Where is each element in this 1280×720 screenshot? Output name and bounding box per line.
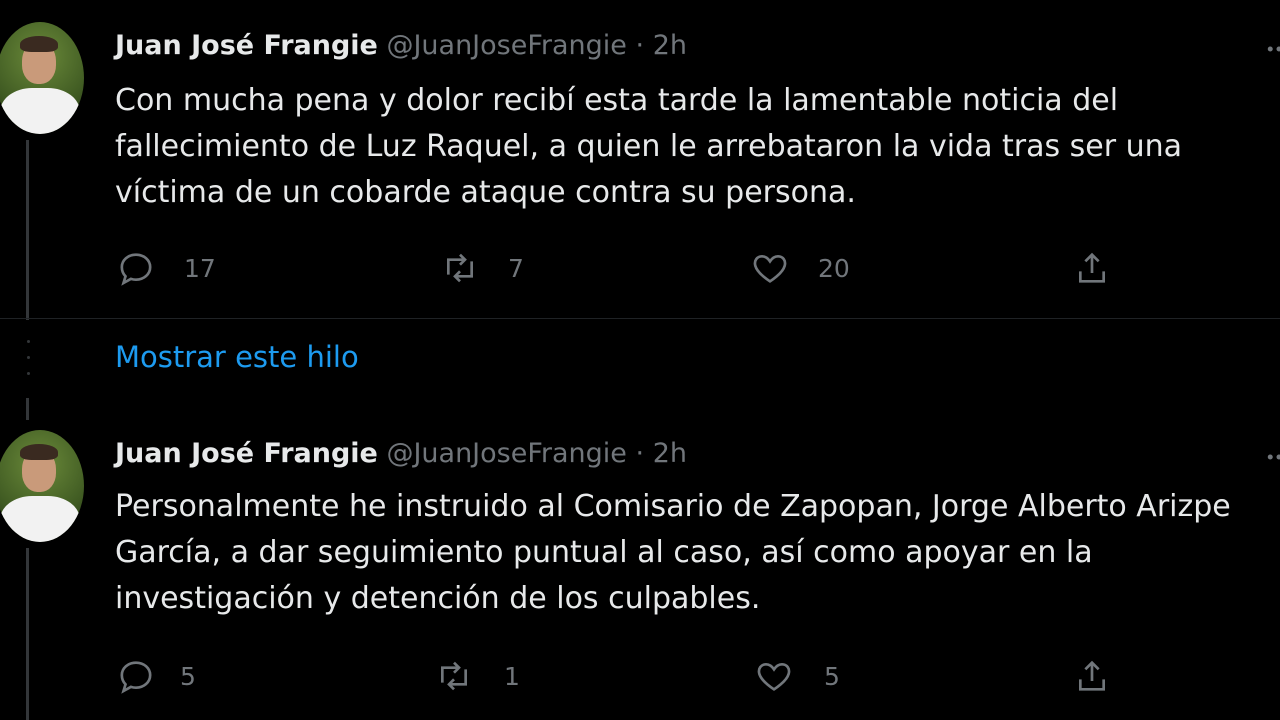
more-options-icon[interactable]	[1264, 34, 1280, 64]
tweet-text: Personalmente he instruido al Comisario …	[115, 489, 1231, 616]
share-icon	[1079, 660, 1105, 691]
thread-dot	[27, 356, 30, 359]
author-name[interactable]: Juan José Frangie	[115, 438, 378, 469]
like-button[interactable]: 20	[750, 248, 850, 288]
heart-icon	[757, 662, 791, 691]
show-thread-link[interactable]: Mostrar este hilo	[115, 340, 359, 374]
avatar[interactable]	[0, 22, 84, 134]
heart-icon	[753, 254, 787, 283]
tweet-timestamp[interactable]: 2h	[653, 438, 687, 469]
retweet-button[interactable]: 7	[440, 248, 524, 288]
retweet-button[interactable]: 1	[434, 656, 520, 696]
reply-icon	[120, 253, 152, 286]
tweet-text: Con mucha pena y dolor recibí esta tarde…	[115, 83, 1183, 210]
like-button[interactable]: 5	[754, 656, 840, 696]
reply-count: 17	[184, 253, 216, 283]
tweet-header: Juan José Frangie @JuanJoseFrangie · 2h	[115, 30, 687, 61]
tweet-2[interactable]: Juan José Frangie @JuanJoseFrangie · 2h …	[0, 408, 1280, 720]
avatar[interactable]	[0, 430, 84, 542]
separator-dot: ·	[635, 438, 645, 469]
author-handle[interactable]: @JuanJoseFrangie	[386, 438, 626, 469]
author-name[interactable]: Juan José Frangie	[115, 30, 378, 61]
tweet-header: Juan José Frangie @JuanJoseFrangie · 2h	[115, 438, 687, 469]
retweet-icon	[441, 661, 467, 691]
reply-icon	[120, 661, 152, 694]
retweet-count: 7	[508, 253, 524, 283]
like-count: 5	[824, 661, 840, 691]
retweet-icon	[447, 253, 473, 283]
thread-line	[26, 140, 29, 320]
tweet-timestamp[interactable]: 2h	[653, 30, 687, 61]
thread-dot	[27, 372, 30, 375]
share-button[interactable]	[1072, 656, 1112, 696]
like-count: 20	[818, 253, 850, 283]
tweet-1[interactable]: Juan José Frangie @JuanJoseFrangie · 2h …	[0, 0, 1280, 320]
retweet-count: 1	[504, 661, 520, 691]
reply-count: 5	[180, 661, 196, 691]
separator-dot: ·	[635, 30, 645, 61]
share-button[interactable]	[1072, 248, 1112, 288]
share-icon	[1079, 252, 1105, 283]
divider	[0, 318, 1280, 319]
thread-dot	[27, 340, 30, 343]
reply-button[interactable]: 17	[116, 248, 216, 288]
tweet-actions: 17 7 20	[0, 248, 1280, 292]
reply-button[interactable]: 5	[116, 656, 196, 696]
more-options-icon[interactable]	[1264, 442, 1280, 472]
author-handle[interactable]: @JuanJoseFrangie	[386, 30, 626, 61]
tweet-actions: 5 1 5	[0, 656, 1280, 700]
